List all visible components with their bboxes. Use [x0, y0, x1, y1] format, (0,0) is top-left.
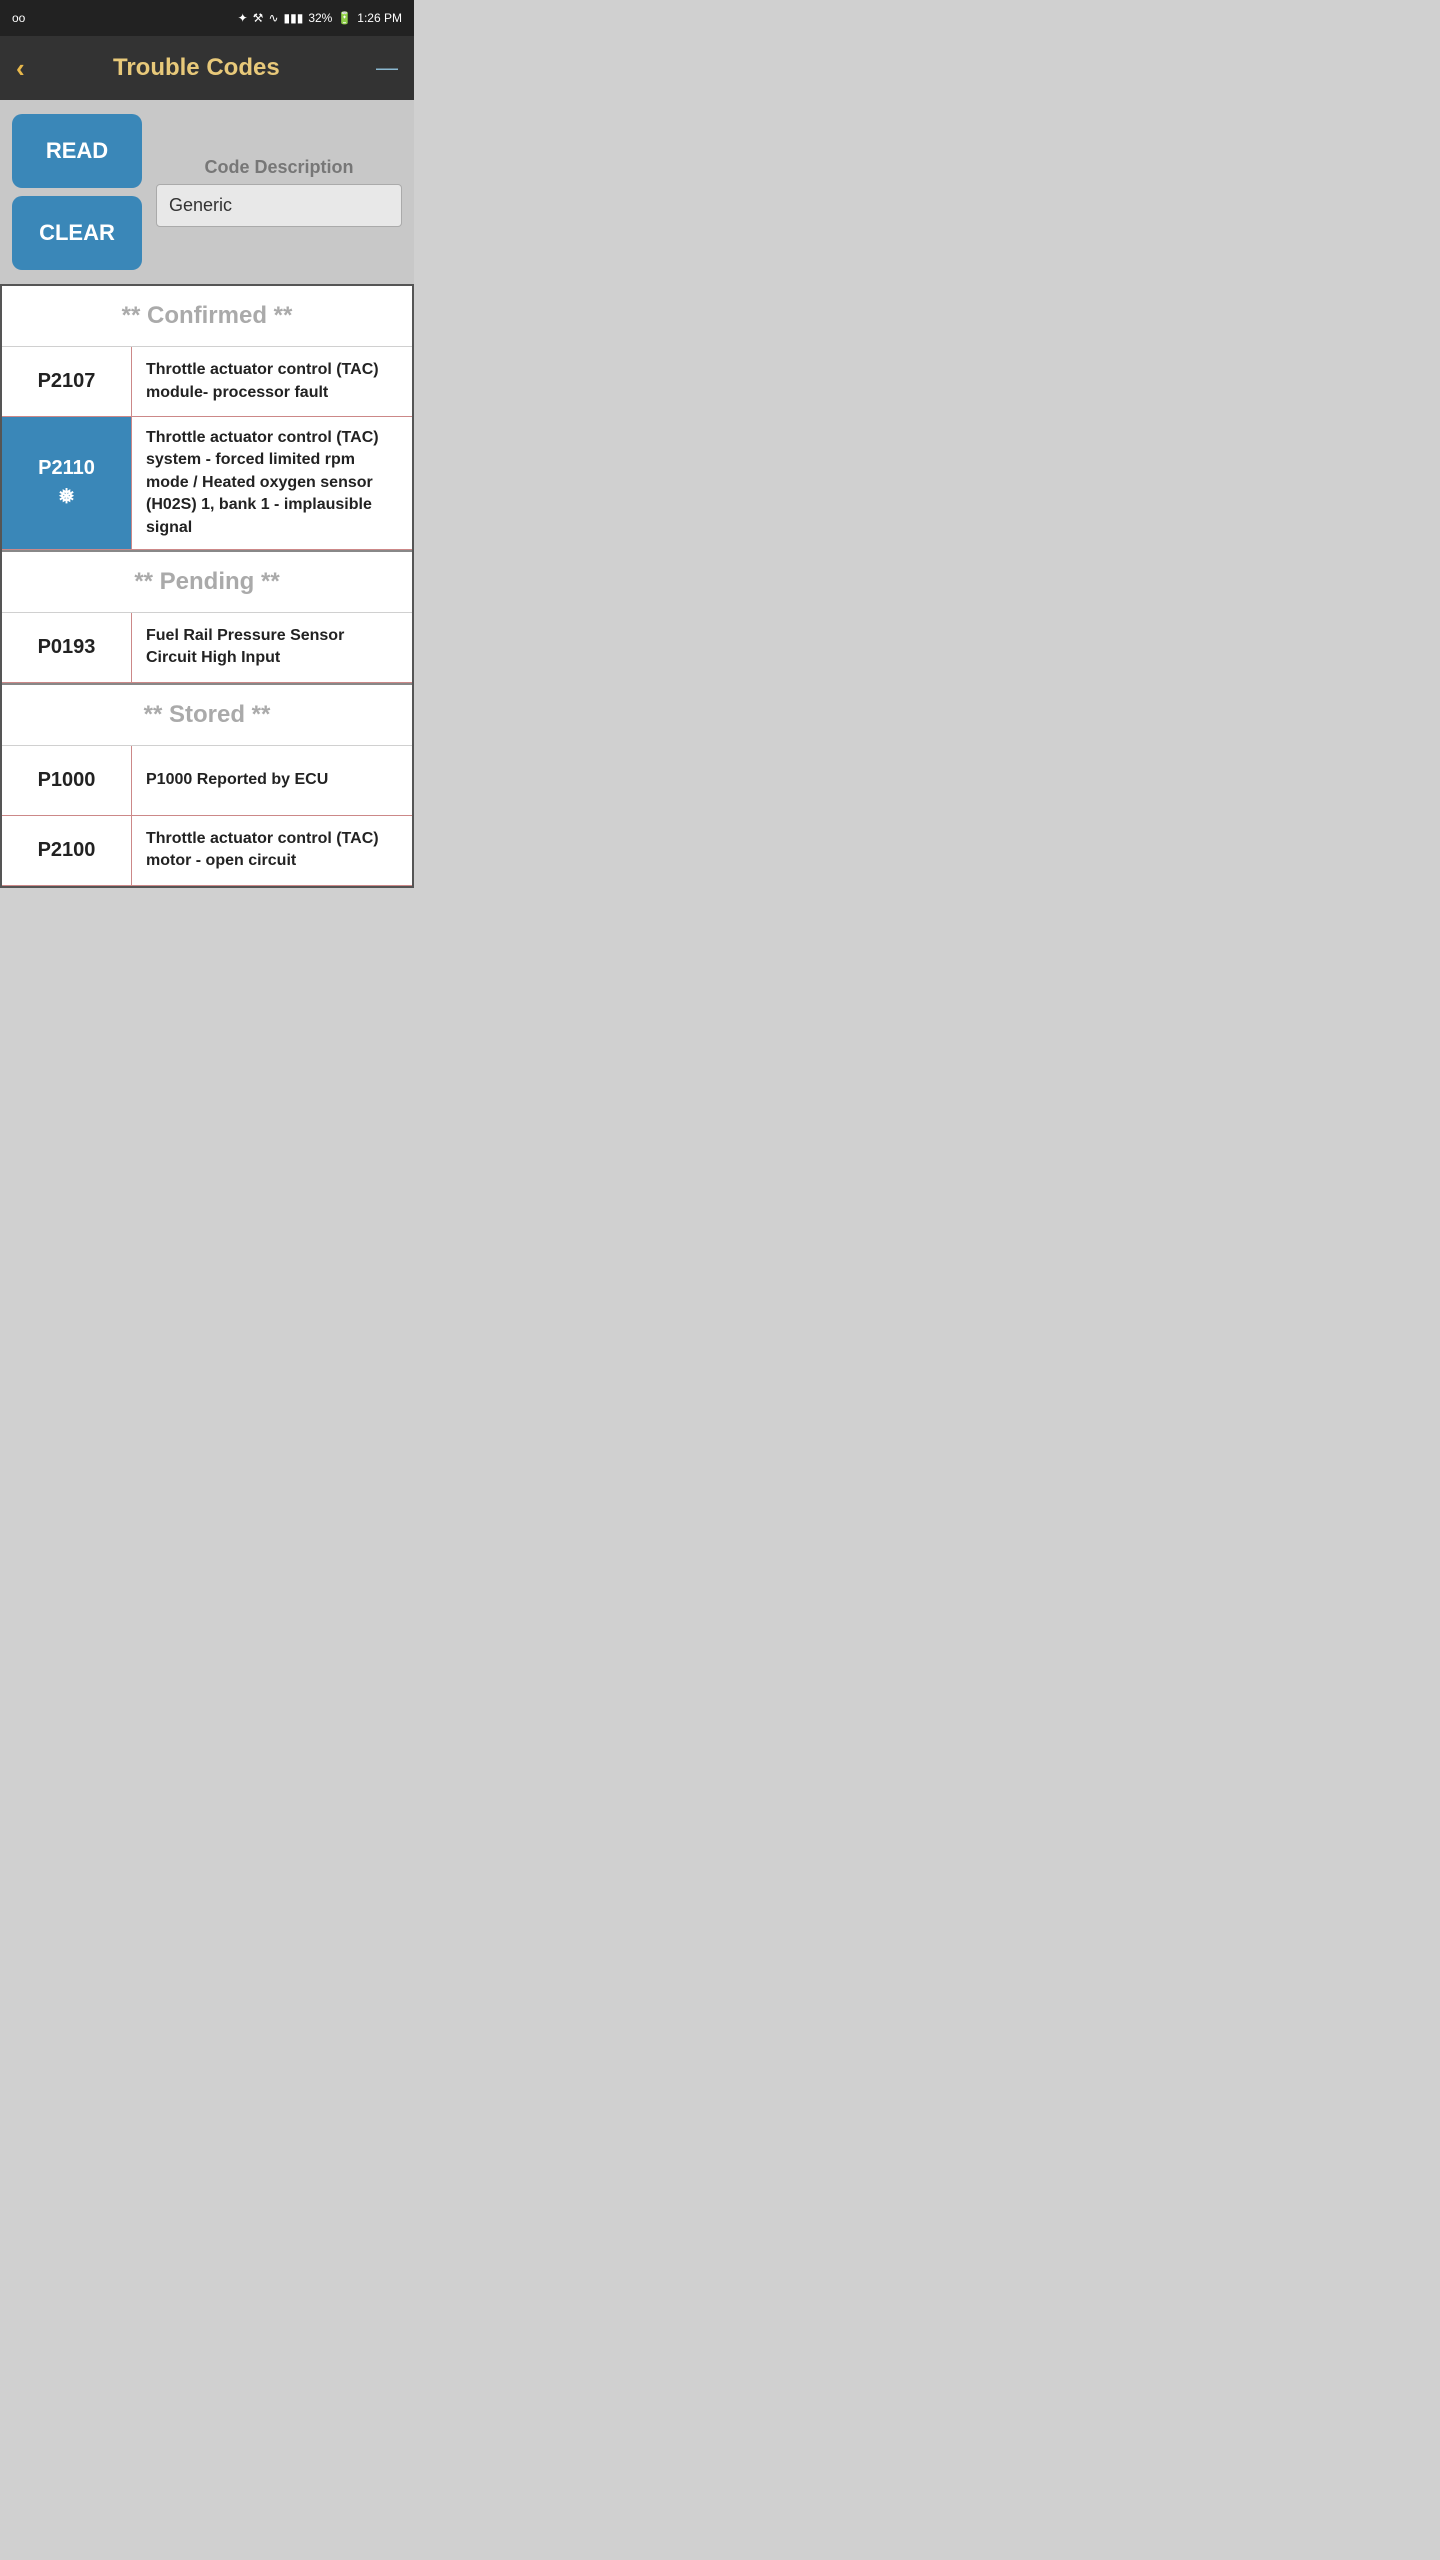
code-p0193: P0193 [2, 613, 132, 682]
desc-p2110: Throttle actuator control (TAC) system -… [132, 417, 412, 549]
bluetooth-icon: ✦ [238, 11, 248, 25]
status-left-icons: oo [12, 11, 25, 25]
freeze-frame-icon: ❅ [58, 484, 75, 509]
battery-icon: 🔋 [337, 11, 352, 25]
code-p2110-label: P2110 [38, 457, 95, 480]
desc-p2100: Throttle actuator control (TAC) motor - … [132, 816, 412, 885]
code-desc-value[interactable]: Generic [156, 184, 402, 227]
code-desc-label: Code Description [156, 157, 402, 178]
action-buttons: READ CLEAR [12, 114, 142, 270]
confirmed-section-header: ** Confirmed ** [2, 286, 412, 347]
code-p2107: P2107 [2, 347, 132, 416]
code-description-section: Code Description Generic [156, 157, 402, 227]
stored-row-2[interactable]: P2100 Throttle actuator control (TAC) mo… [2, 816, 412, 886]
desc-p2107: Throttle actuator control (TAC) module- … [132, 347, 412, 416]
stored-section-header: ** Stored ** [2, 683, 412, 746]
confirmed-row-1[interactable]: P2107 Throttle actuator control (TAC) mo… [2, 347, 412, 417]
controls-area: READ CLEAR Code Description Generic [0, 100, 414, 284]
page-title: Trouble Codes [25, 54, 368, 82]
battery-percent: 32% [308, 11, 332, 25]
back-button[interactable]: ‹ [16, 53, 25, 84]
stored-row-1[interactable]: P1000 P1000 Reported by ECU [2, 746, 412, 816]
desc-p0193: Fuel Rail Pressure Sensor Circuit High I… [132, 613, 412, 682]
network-icon: ▮▮▮ [284, 11, 304, 25]
pending-section-header: ** Pending ** [2, 550, 412, 613]
wifi-icon: ∿ [268, 11, 278, 25]
code-p1000: P1000 [2, 746, 132, 815]
code-p2100: P2100 [2, 816, 132, 885]
app-header: ‹ Trouble Codes — [0, 36, 414, 100]
time-display: 1:26 PM [357, 11, 402, 25]
code-p2110: P2110 ❅ [2, 417, 132, 549]
confirmed-row-2[interactable]: P2110 ❅ Throttle actuator control (TAC) … [2, 417, 412, 550]
codes-table: ** Confirmed ** P2107 Throttle actuator … [0, 284, 414, 888]
desc-p1000: P1000 Reported by ECU [132, 746, 412, 815]
clear-button[interactable]: CLEAR [12, 196, 142, 270]
status-right-icons: ✦ ⚒ ∿ ▮▮▮ 32% 🔋 1:26 PM [238, 11, 402, 25]
status-bar: oo ✦ ⚒ ∿ ▮▮▮ 32% 🔋 1:26 PM [0, 0, 414, 36]
menu-button[interactable]: — [368, 55, 398, 81]
read-button[interactable]: READ [12, 114, 142, 188]
pending-row-1[interactable]: P0193 Fuel Rail Pressure Sensor Circuit … [2, 613, 412, 683]
alarm-icon: ⚒ [253, 11, 264, 25]
